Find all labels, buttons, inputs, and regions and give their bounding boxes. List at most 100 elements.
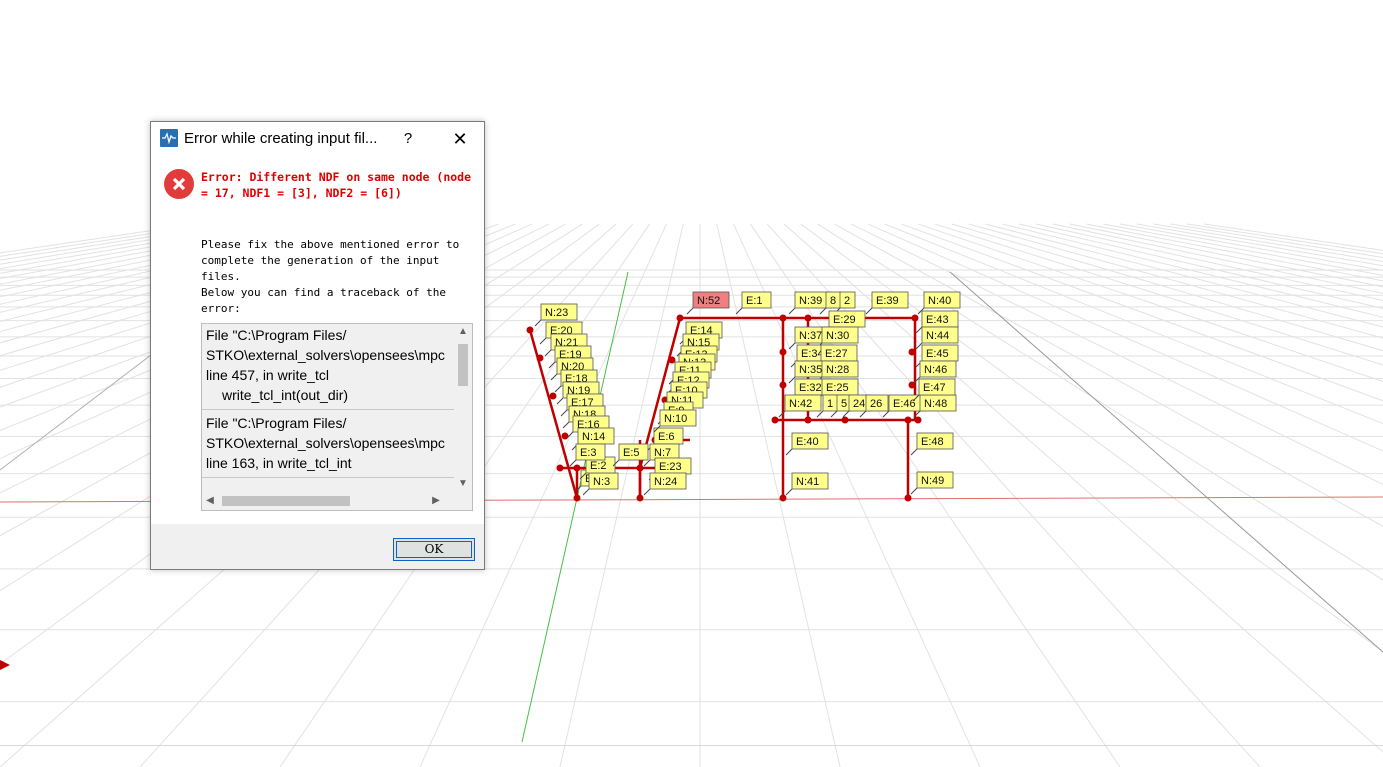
model-label[interactable]: N:41 [785,472,829,496]
traceback-line: File "C:\Program Files/ [206,327,347,343]
label-text: E:3 [580,447,597,459]
node-point[interactable] [904,416,912,424]
label-text: N:42 [789,398,812,410]
label-text: N:49 [921,475,944,487]
label-text: 5 [841,398,847,410]
node-point[interactable] [561,432,569,440]
grid-line [1136,223,1383,267]
node-point[interactable] [908,348,916,356]
label-text: N:37 [799,330,822,342]
node-point[interactable] [779,381,787,389]
label-text: E:2 [590,460,607,472]
axis-arrow-icon [0,660,10,670]
label-leader [554,385,562,393]
horizontal-scrollbar[interactable]: ◀ ▶ [202,492,454,510]
node-point[interactable] [804,314,812,322]
traceback-box[interactable]: File "C:\Program Files/ STKO\external_so… [201,323,473,511]
model-label[interactable]: E:40 [785,432,829,456]
node-point[interactable] [536,354,544,362]
label-leader [915,342,923,350]
label-leader [788,342,796,350]
label-text: E:46 [893,398,916,410]
model-label[interactable]: E:5 [612,443,649,467]
grid-axis-line [949,271,1383,653]
grid-line [1170,223,1383,259]
label-leader [882,410,890,418]
grid-line [985,223,1383,328]
traceback-code: write_tcl_int(out_dir) [222,387,349,403]
label-text: E:29 [833,314,856,326]
horizontal-scroll-thumb[interactable] [222,496,350,506]
label-text: E:34 [801,348,824,360]
label-leader [643,488,651,496]
node-point[interactable] [573,464,581,472]
node-point[interactable] [779,494,787,502]
node-point[interactable] [549,392,557,400]
label-leader [560,409,568,417]
ok-button-label: OK [424,542,444,556]
traceback-line: line 163, in write_tcl_int [206,455,352,471]
label-text: N:28 [826,364,849,376]
label-text: N:41 [796,476,819,488]
model-label[interactable]: E:46 [882,394,926,418]
label-text: 2 [844,295,850,307]
info-message: Please fix the above mentioned error to … [201,238,460,315]
label-text: 26 [870,398,882,410]
close-button[interactable]: ✕ [448,127,472,151]
help-button[interactable]: ? [396,127,420,151]
node-point[interactable] [779,314,787,322]
label-leader [788,376,796,384]
traceback-entry: File "C:\Program Files/ STKO\external_so… [202,412,454,478]
label-text: E:5 [623,447,640,459]
grid-line [968,223,1383,339]
label-text: E:39 [876,295,899,307]
model-label[interactable]: N:42 [778,394,822,418]
label-leader [910,448,918,456]
scroll-right-icon[interactable]: ▶ [428,492,444,510]
node-point[interactable] [636,494,644,502]
model-label[interactable]: E:48 [910,432,954,456]
ok-button[interactable]: OK [393,538,475,561]
node-point[interactable] [556,464,564,472]
vertical-scrollbar[interactable]: ▲ ▼ [454,324,472,492]
dialog-titlebar[interactable]: Error while creating input fil... ? ✕ [151,122,484,156]
node-point[interactable] [804,416,812,424]
status-divider [0,745,1383,746]
node-point[interactable] [636,464,644,472]
model-label[interactable]: N:48 [913,394,957,418]
label-text: E:27 [825,348,848,360]
vertical-scroll-thumb[interactable] [458,344,468,386]
error-message: Error: Different NDF on same node (node … [201,170,478,200]
label-text: N:52 [697,295,720,307]
scroll-left-icon[interactable]: ◀ [202,492,218,510]
grid-line [1153,223,1383,262]
node-point[interactable] [779,348,787,356]
node-point[interactable] [904,494,912,502]
model-label[interactable]: N:39 [788,291,832,315]
model-label[interactable]: E:39 [865,291,909,315]
label-leader [816,410,824,418]
node-point[interactable] [771,416,779,424]
label-text: N:3 [593,476,610,488]
model-label[interactable]: N:24 [643,472,687,496]
node-point[interactable] [668,356,676,364]
traceback-content[interactable]: File "C:\Program Files/ STKO\external_so… [202,324,454,492]
label-text: 8 [830,295,836,307]
node-point[interactable] [841,416,849,424]
label-leader [643,459,651,467]
node-point[interactable] [911,314,919,322]
label-leader [910,487,918,495]
label-leader [582,488,590,496]
model-label[interactable]: N:52 [686,291,730,315]
label-leader [550,373,558,381]
label-text: N:44 [926,330,949,342]
scroll-down-icon[interactable]: ▼ [454,476,472,492]
label-leader [539,337,547,345]
node-point[interactable] [526,326,534,334]
label-text: N:35 [799,364,822,376]
node-point[interactable] [914,416,922,424]
node-point[interactable] [573,494,581,502]
label-text: E:1 [746,295,763,307]
node-point[interactable] [676,314,684,322]
scroll-up-icon[interactable]: ▲ [454,324,472,340]
